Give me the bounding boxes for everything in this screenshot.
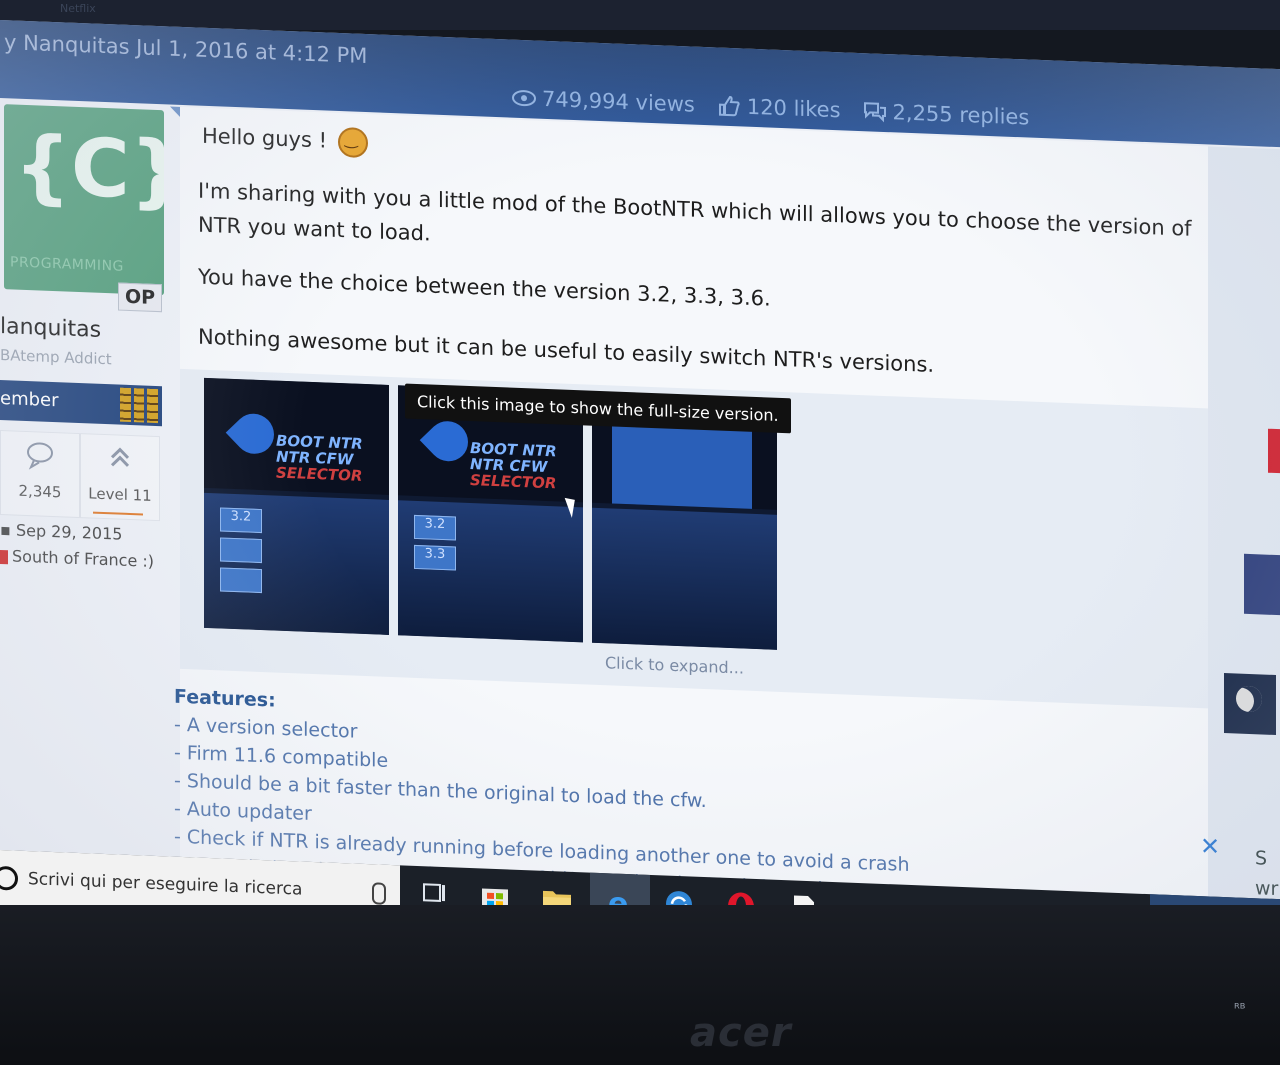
- likes-count: 120 likes: [746, 94, 841, 123]
- smiley-icon: [337, 126, 368, 159]
- user-title: BAtemp Addict: [0, 346, 112, 369]
- level-label: Level 11: [88, 484, 152, 505]
- avatar-caption: PROGRAMMING: [10, 254, 124, 275]
- messages-count: 2,345: [18, 481, 62, 502]
- rocket-icon: [225, 405, 283, 463]
- username-link[interactable]: lanquitas: [0, 314, 101, 343]
- post-greeting: Hello guys !: [202, 122, 368, 159]
- right-sidebar: [1208, 146, 1280, 950]
- thumb-logo: BOOT NTR NTR CFW SELECTOR: [276, 432, 363, 485]
- version-button: 3.2: [220, 507, 262, 534]
- replies-count: 2,255 replies: [892, 100, 1030, 130]
- brand-logo: acer: [690, 1010, 792, 1056]
- sidebar-thumbnail[interactable]: [1244, 553, 1280, 616]
- version-button: 3.3: [414, 544, 456, 571]
- logo-line-3: SELECTOR: [470, 471, 557, 493]
- version-button: 3.2: [414, 514, 456, 541]
- thumb-logo: BOOT NTR NTR CFW SELECTOR: [470, 439, 557, 493]
- thumbs-up-icon: [718, 96, 740, 117]
- cortana-ring-icon: [0, 865, 18, 891]
- rank-label: ember: [0, 388, 59, 412]
- user-location: South of France :): [0, 546, 154, 571]
- monitor-bezel-bottom: [0, 905, 1280, 1065]
- version-button: [220, 567, 262, 594]
- post-body: Hello guys ! I'm sharing with you a litt…: [174, 106, 1260, 969]
- message-bubble-icon: [27, 442, 53, 470]
- joined-date: ▪ Sep 29, 2015: [0, 520, 122, 544]
- greeting-text: Hello guys !: [202, 123, 328, 153]
- op-badge: OP: [118, 282, 163, 313]
- attached-image[interactable]: BOOT NTR NTR CFW SELECTOR 3.2 BOOT NTR N…: [180, 368, 1210, 709]
- joined-value: Sep 29, 2015: [15, 520, 123, 544]
- views-stat: 749,994 views: [512, 86, 695, 117]
- rank-bar: ember: [0, 380, 162, 427]
- chevrons-up-icon: [110, 447, 130, 467]
- views-count: 749,994 views: [542, 86, 695, 117]
- location-value: South of France :): [12, 546, 155, 571]
- user-panel: {C} PROGRAMMING OP lanquitas BAtemp Addi…: [0, 100, 165, 596]
- moon-icon: [1236, 685, 1262, 713]
- microphone-icon[interactable]: [372, 882, 386, 905]
- calendar-icon: ▪: [0, 520, 16, 540]
- rocket-icon: [419, 412, 477, 470]
- ad-letter: S: [1255, 847, 1268, 870]
- level-stat[interactable]: Level 11: [80, 433, 160, 522]
- messages-stat[interactable]: 2,345: [0, 430, 80, 519]
- monitor-bezel-top: Netflix: [0, 0, 1280, 30]
- version-button: [220, 537, 262, 564]
- screen: y Nanquitas Jul 1, 2016 at 4:12 PM 749,9…: [0, 20, 1280, 970]
- speech-bubbles-icon: [863, 102, 886, 123]
- level-progress: [93, 511, 143, 516]
- search-placeholder: Scrivi qui per eseguire la ricerca: [28, 869, 303, 900]
- likes-stat: 120 likes: [717, 94, 841, 123]
- thread-byline: y Nanquitas Jul 1, 2016 at 4:12 PM: [4, 30, 368, 69]
- location-pin-icon: [0, 549, 8, 564]
- rank-stripes-icon: [120, 387, 159, 424]
- avatar[interactable]: {C} PROGRAMMING: [4, 104, 164, 296]
- eye-icon: [512, 90, 536, 107]
- sidebar-ad-logo[interactable]: ✕: [1200, 832, 1220, 861]
- replies-stat: 2,255 replies: [863, 99, 1030, 130]
- click-to-expand-link[interactable]: Click to expand...: [605, 653, 744, 677]
- browser-tab-ghost: Netflix: [60, 2, 96, 15]
- logo-line-3: SELECTOR: [276, 463, 363, 485]
- avatar-logo: {C}: [14, 118, 164, 219]
- screenshot-thumb-1[interactable]: BOOT NTR NTR CFW SELECTOR 3.2: [204, 377, 389, 635]
- bezel-corner-mark: ᴿᴮ: [1234, 1002, 1246, 1017]
- sidebar-red-accent: [1268, 428, 1280, 474]
- user-mini-stats: 2,345 Level 11: [0, 430, 160, 522]
